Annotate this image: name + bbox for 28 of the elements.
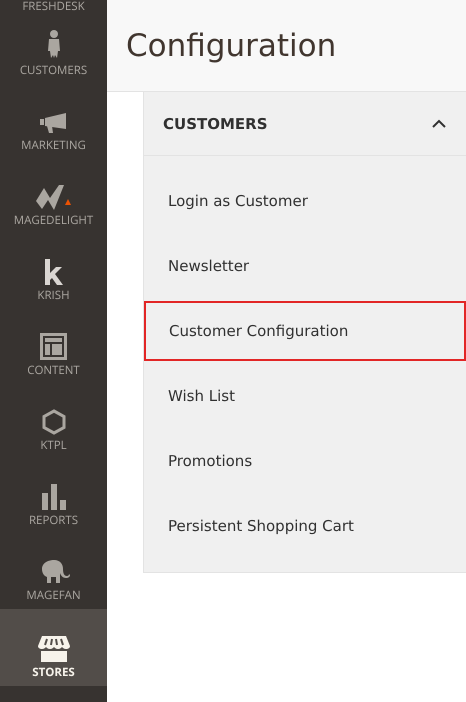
config-link[interactable]: Persistent Shopping Cart — [144, 496, 466, 556]
sidebar-label[interactable]: MARKETING — [21, 139, 86, 153]
page-title: Configuration — [126, 28, 336, 64]
sidebar-label[interactable]: CONTENT — [27, 364, 80, 378]
sidebar-label[interactable]: FRESHDESK — [22, 0, 85, 14]
sidebar-label[interactable]: REPORTS — [28, 514, 78, 528]
megaphone-icon — [40, 113, 67, 135]
hexagon-icon — [42, 409, 66, 435]
letter-k-icon — [44, 259, 62, 285]
config-link[interactable]: Newsletter — [144, 236, 466, 296]
bar-chart-icon — [42, 484, 66, 510]
sidebar-label[interactable]: KTPL — [40, 439, 67, 453]
sidebar-label[interactable]: MAGEFAN — [26, 589, 81, 603]
storefront-icon — [38, 636, 70, 662]
config-link[interactable]: Customer Configuration — [144, 301, 466, 361]
section-title: CUSTOMERS — [163, 114, 268, 132]
sidebar-label[interactable]: MAGEDELIGHT — [14, 214, 94, 228]
sidebar-label[interactable]: STORES — [32, 666, 75, 680]
config-link[interactable]: Promotions — [144, 431, 466, 491]
person-icon — [46, 30, 60, 60]
zigzag-logo-icon — [36, 185, 71, 210]
sidebar-item[interactable]: STORES — [0, 609, 107, 686]
sidebar-label[interactable]: KRISH — [37, 289, 70, 303]
sidebar-label[interactable]: CUSTOMERS — [20, 64, 88, 78]
config-link[interactable]: Login as Customer — [144, 171, 466, 231]
chevron-up-icon[interactable] — [432, 119, 446, 128]
config-link[interactable]: Wish List — [144, 366, 466, 426]
layout-icon — [40, 333, 67, 360]
